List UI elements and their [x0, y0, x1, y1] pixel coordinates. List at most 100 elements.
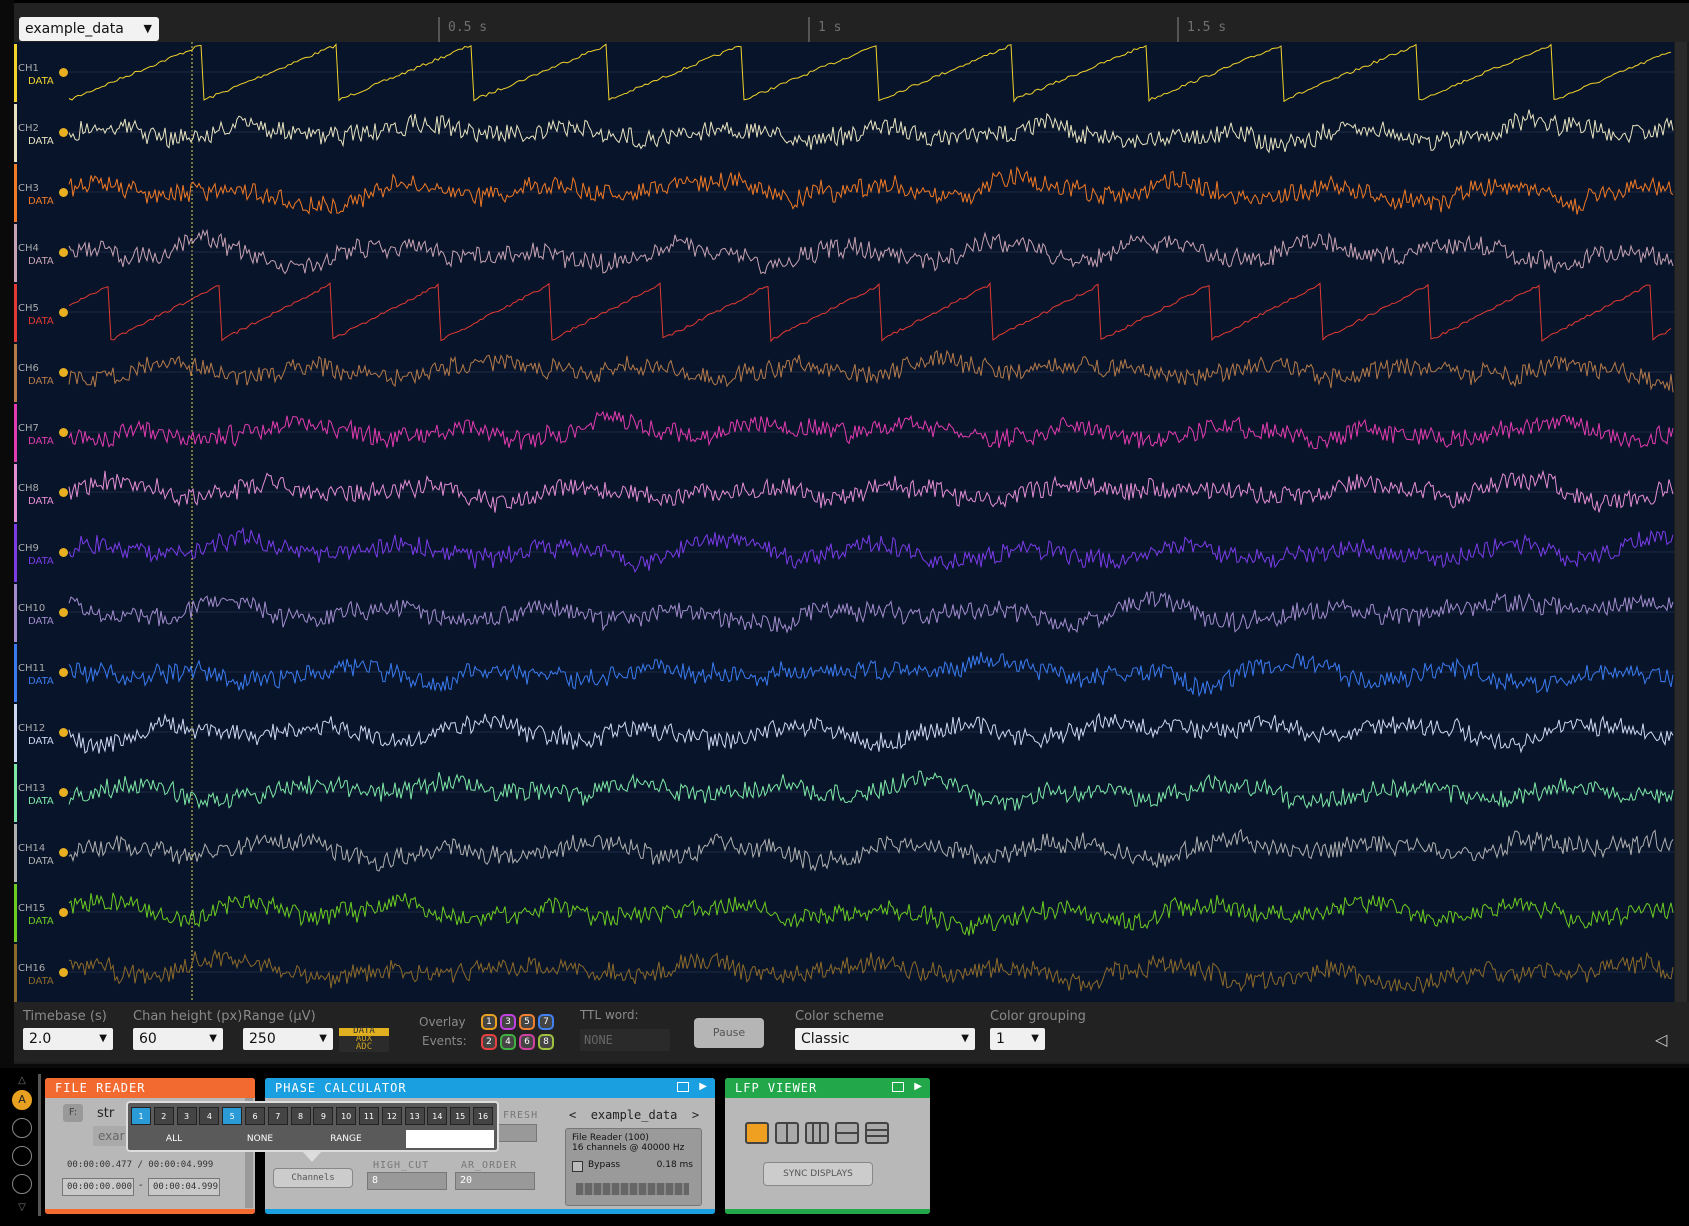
channel-enable-dot[interactable] [59, 188, 68, 197]
channel-toggle-button[interactable]: 10 [336, 1107, 357, 1125]
refresh-field[interactable] [497, 1124, 537, 1142]
channel-label[interactable]: CH5 DATA [18, 302, 54, 328]
signal-chain-tab[interactable] [12, 1174, 32, 1194]
range-select[interactable]: 250 ▼ [243, 1028, 333, 1050]
channel-enable-dot[interactable] [59, 488, 68, 497]
stream-next-button[interactable]: > [692, 1108, 699, 1122]
color-scheme-select[interactable]: Classic ▼ [795, 1028, 975, 1050]
layout-single-icon[interactable] [745, 1122, 769, 1144]
channel-label[interactable]: CH1 DATA [18, 62, 54, 88]
signal-chain-tab[interactable] [12, 1118, 32, 1138]
channel-toggle-button[interactable]: 3 [176, 1107, 197, 1125]
enable-arrow-icon[interactable]: ▶ [914, 1081, 922, 1092]
file-button[interactable]: F: [63, 1104, 83, 1122]
select-range-button[interactable]: RANGE [306, 1130, 386, 1148]
layout-two-rows-icon[interactable] [835, 1122, 859, 1144]
overlay-event-button[interactable]: 4 [500, 1034, 516, 1050]
channel-label[interactable]: CH4 DATA [18, 242, 54, 268]
channel-enable-dot[interactable] [59, 548, 68, 557]
overlay-event-button[interactable]: 5 [519, 1014, 535, 1030]
channel-label[interactable]: CH10 DATA [18, 602, 54, 628]
pause-button[interactable]: Pause [694, 1018, 764, 1048]
overlay-event-button[interactable]: 3 [500, 1014, 516, 1030]
enable-arrow-icon[interactable]: ▶ [699, 1081, 707, 1092]
source-stream-select[interactable]: example_data ▼ [19, 17, 159, 41]
channel-enable-dot[interactable] [59, 668, 68, 677]
overlay-event-button[interactable]: 7 [538, 1014, 554, 1030]
overlay-event-button[interactable]: 1 [481, 1014, 497, 1030]
chan-height-select[interactable]: 60 ▼ [133, 1028, 223, 1050]
start-time-field[interactable]: 00:00:00.000 [62, 1178, 134, 1196]
channel-label[interactable]: CH16 DATA [18, 962, 54, 988]
channel-label[interactable]: CH15 DATA [18, 902, 54, 928]
window-icon[interactable] [892, 1082, 904, 1092]
channel-label[interactable]: CH3 DATA [18, 182, 54, 208]
down-arrow-icon[interactable]: ▽ [12, 1202, 32, 1213]
stream-prev-button[interactable]: < [569, 1108, 576, 1122]
channel-enable-dot[interactable] [59, 368, 68, 377]
channel-enable-dot[interactable] [59, 608, 68, 617]
end-time-field[interactable]: 00:00:04.999 [148, 1178, 220, 1196]
channel-toggle-button[interactable]: 7 [267, 1107, 288, 1125]
channel-toggle-button[interactable]: 14 [427, 1107, 448, 1125]
overlay-event-button[interactable]: 2 [481, 1034, 497, 1050]
channel-enable-dot[interactable] [59, 428, 68, 437]
channel-enable-dot[interactable] [59, 68, 68, 77]
channel-toggle-button[interactable]: 11 [359, 1107, 379, 1125]
window-icon[interactable] [677, 1082, 689, 1092]
range-input[interactable] [406, 1130, 494, 1148]
ar-order-field[interactable]: 20 [455, 1172, 535, 1190]
channel-toggle-button[interactable]: 12 [381, 1107, 402, 1125]
channels-button[interactable]: Channels [273, 1168, 353, 1188]
channel-label[interactable]: CH12 DATA [18, 722, 54, 748]
channel-enable-dot[interactable] [59, 728, 68, 737]
channel-toggle-button[interactable]: 16 [473, 1107, 493, 1125]
layout-three-columns-icon[interactable] [805, 1122, 829, 1144]
up-arrow-icon[interactable]: △ [12, 1075, 32, 1086]
channel-toggle-button[interactable]: 4 [199, 1107, 220, 1125]
channel-toggle-button[interactable]: 5 [222, 1107, 243, 1125]
channel-enable-dot[interactable] [59, 128, 68, 137]
channel-label[interactable]: CH6 DATA [18, 362, 54, 388]
channel-label[interactable]: CH11 DATA [18, 662, 54, 688]
channel-label[interactable]: CH2 DATA [18, 122, 54, 148]
channel-label[interactable]: CH13 DATA [18, 782, 54, 808]
channel-enable-dot[interactable] [59, 848, 68, 857]
select-none-button[interactable]: NONE [220, 1130, 300, 1148]
channel-enable-dot[interactable] [59, 968, 68, 977]
channel-enable-dot[interactable] [59, 908, 68, 917]
mode-adc[interactable]: ADC [339, 1043, 389, 1052]
channel-enable-dot[interactable] [59, 248, 68, 257]
layout-two-columns-icon[interactable] [775, 1122, 799, 1144]
channel-toggle-button[interactable]: 15 [450, 1107, 471, 1125]
channel-label[interactable]: CH8 DATA [18, 482, 54, 508]
channel-color-bar [14, 944, 17, 1002]
color-grouping-select[interactable]: 1 ▼ [990, 1028, 1045, 1050]
channel-enable-dot[interactable] [59, 788, 68, 797]
channel-label[interactable]: CH9 DATA [18, 542, 54, 568]
overlay-event-button[interactable]: 6 [519, 1034, 535, 1050]
vertical-scrollbar[interactable] [1675, 42, 1687, 1002]
display-mode-toggle[interactable]: DATA AUX ADC [339, 1027, 389, 1052]
layout-three-rows-icon[interactable] [865, 1122, 889, 1144]
trace-plot[interactable]: CH1 DATA CH2 DATA CH3 DATA CH4 DATA CH5 DATA CH6 DA… [14, 42, 1674, 1002]
channel-toggle-button[interactable]: 9 [313, 1107, 334, 1125]
select-all-button[interactable]: ALL [134, 1130, 214, 1148]
channel-toggle-button[interactable]: 8 [290, 1107, 311, 1125]
signal-chain-tab[interactable] [12, 1146, 32, 1166]
channel-toggle-button[interactable]: 13 [404, 1107, 425, 1125]
timebase-select[interactable]: 2.0 ▼ [23, 1028, 113, 1050]
channel-toggle-button[interactable]: 6 [245, 1107, 265, 1125]
channel-toggle-button[interactable]: 1 [131, 1107, 151, 1125]
channel-enable-dot[interactable] [59, 308, 68, 317]
sync-displays-button[interactable]: SYNC DISPLAYS [763, 1162, 873, 1186]
overlay-event-button[interactable]: 8 [538, 1034, 554, 1050]
channel-toggle-button[interactable]: 2 [153, 1107, 174, 1125]
collapse-triangle-icon[interactable]: ◁ [1655, 1030, 1667, 1049]
high-cut-field[interactable]: 8 [367, 1172, 447, 1190]
lfp-viewer-processor[interactable]: LFP VIEWER ▶ SYNC DISPLAYS [725, 1078, 930, 1214]
channel-label[interactable]: CH14 DATA [18, 842, 54, 868]
channel-label[interactable]: CH7 DATA [18, 422, 54, 448]
bypass-checkbox[interactable] [572, 1161, 583, 1172]
signal-chain-tab-a[interactable]: A [12, 1090, 32, 1110]
